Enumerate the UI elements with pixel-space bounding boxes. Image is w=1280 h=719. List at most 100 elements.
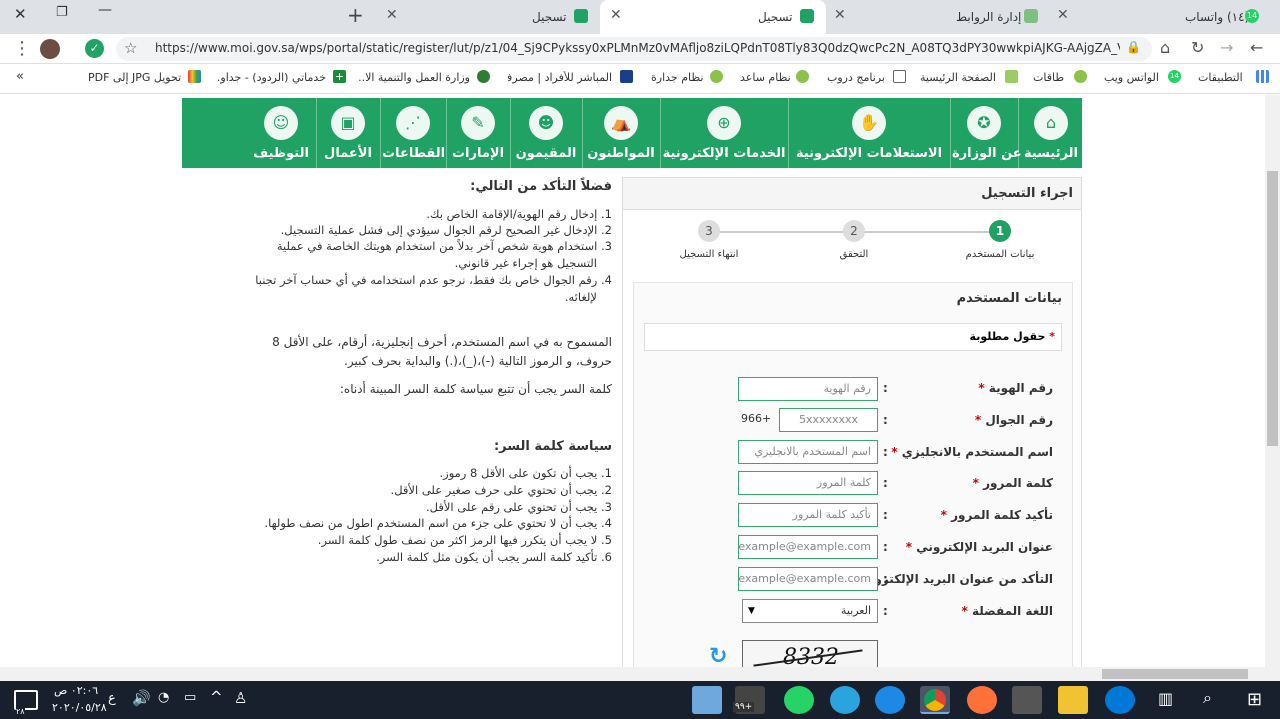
nav-residents[interactable]: ☻ المقيمون [512,98,580,168]
horizontal-scrollbar[interactable] [0,667,1280,681]
url-text[interactable]: https://www.moi.gov.sa/wps/portal/static… [155,41,1120,55]
windows-taskbar: ٢٨ ٠٢:٠٦ ص ٢٠٢٠/٠٥/٢٨ ع 🔊 ◔ ▭ ^ ♙ ٩٩+ ▥ … [0,681,1280,719]
nav-citizens[interactable]: ⛺ المواطنون [584,98,658,168]
people-icon[interactable]: ♙ [234,689,247,707]
nav-e-inquiries[interactable]: ✋ الاستعلامات الإلكترونية [790,98,948,168]
close-window-button[interactable]: ✕ [14,5,27,23]
nav-e-services[interactable]: ⊕ الخدمات الإلكترونية [662,98,786,168]
tab-whatsapp[interactable]: (١٤) واتساب 14 [1075,0,1275,34]
check-extension-icon[interactable]: ✓ [85,39,104,58]
volume-icon[interactable]: 🔊 [132,689,151,707]
clock-date[interactable]: ٢٠٢٠/٠٥/٢٨ [52,701,107,714]
language-select[interactable]: العربية ▼ [742,599,878,623]
chevron-up-icon[interactable]: ^ [210,688,223,706]
language-indicator[interactable]: ع [108,691,116,706]
minimize-window-button[interactable]: — [98,2,112,18]
confirm-password-input[interactable]: تأكيد كلمة المرور [738,503,878,527]
id-number-input[interactable]: رقم الهوية [738,377,878,401]
confirm-email-input[interactable]: example@example.com [738,567,878,591]
bank-icon [620,70,633,83]
network-icon: ⋰ [396,106,430,140]
bookmark-homepage[interactable]: الصفحة الرئيسية [920,71,996,84]
bookmark-labor-ministry[interactable]: وزارة العمل والتنمية الا... [358,71,470,84]
clock-time[interactable]: ٠٢:٠٦ ص [54,684,98,697]
telegram-app-icon[interactable] [830,686,860,714]
firefox-app-icon[interactable] [967,686,997,714]
battery-icon[interactable]: ▭ [184,690,196,705]
instruction-item: 1. إدخال رقم الهوية/الإقامة الخاص بك. [426,207,612,221]
jpg-pdf-icon [188,70,201,83]
tab-title: تسجيل [758,10,793,24]
refresh-captcha-icon[interactable]: ↻ [709,644,727,667]
nav-sectors[interactable]: ⋰ القطاعات [382,98,445,168]
file-explorer-icon[interactable] [1058,686,1088,714]
scroll-thumb[interactable] [1267,171,1278,446]
star-icon[interactable]: ☆ [124,39,137,57]
store-app-icon[interactable] [1012,686,1042,714]
email-input[interactable]: example@example.com [738,535,878,559]
search-icon[interactable]: ⌕ [1203,688,1212,708]
password-input[interactable]: كلمة المرور [738,471,878,495]
password-note: كلمة السر يجب أن تتبع سياسة كلمة السر ال… [339,382,612,396]
mobile-input[interactable]: 5xxxxxxxx [779,408,878,432]
required-note-box: * حقول مطلوبة [644,323,1062,351]
task-view-icon[interactable]: ▥ [1158,689,1173,708]
bookmark-taqat[interactable]: طاقات [1033,71,1064,84]
menu-dots-icon[interactable]: ⋮ [13,38,31,59]
whatsapp-icon: 14 [1168,70,1181,83]
bookmarks-overflow-button[interactable]: » [16,69,24,84]
bookmark-apps[interactable]: التطبيقات [1198,71,1243,84]
nav-business[interactable]: ▣ الأعمال [318,98,378,168]
policy-item: 2. يجب أن تحتوي على حرف صغير على الأقل. [390,483,612,497]
calligraphy-icon: ✎ [461,106,495,140]
bookmark-whatsapp-web[interactable]: الواتس ويب [1104,71,1159,84]
instruction-item: التسجيل هو إجراء غير قانوني. [454,256,597,270]
close-icon[interactable]: ✕ [386,7,398,23]
close-icon[interactable]: ✕ [610,7,622,23]
avatar[interactable] [40,39,60,59]
nav-employment[interactable]: ☺ التوظيف [248,98,314,168]
username-input[interactable]: اسم المستخدم بالانجليزي [738,440,878,464]
mail-app-icon[interactable]: ٩٩+ [733,686,765,714]
bookmark-jpg-pdf[interactable]: تحويل JPG إلى PDF [88,71,181,84]
step-3-label: انتهاء التسجيل [679,249,739,260]
section-title: بيانات المستخدم [956,291,1062,306]
apps-grid-icon [1256,70,1269,83]
nav-home[interactable]: ⌂ الرئيسية [1020,98,1082,168]
nav-about-ministry[interactable]: ✪ عن الوزارة [952,98,1022,168]
home-icon: ⌂ [1034,106,1068,140]
bookmark-khadamati[interactable]: خدماتي (الردود) - جداو... [218,71,326,84]
chrome-app-icon[interactable] [920,686,950,714]
wifi-icon[interactable]: ◔ [158,690,169,705]
maximize-window-button[interactable]: ❐ [56,5,68,20]
bookmark-almubasher[interactable]: المباشر للأفراد | مصرف... [508,71,612,84]
policy-item: 6. تأكيد كلمة السر يجب أن يكون مثل كلمة … [376,550,612,564]
scroll-thumb[interactable] [1102,669,1248,679]
briefcase-icon: ▣ [331,106,365,140]
home-icon[interactable]: ⌂ [1160,38,1170,57]
windows-start-icon[interactable]: ⊞ [1247,689,1262,710]
bookmark-saed[interactable]: نظام ساعد [740,71,791,84]
whatsapp-app-icon[interactable] [784,686,814,714]
back-icon[interactable]: ← [1250,38,1263,57]
reload-icon[interactable]: ↻ [1191,38,1204,57]
new-tab-button[interactable]: + [347,3,364,27]
vertical-scrollbar[interactable] [1265,95,1280,667]
policy-item: 3. يجب أن تحتوي على رقم على الأقل. [426,500,612,514]
tab-register-2[interactable]: ✕ تسجيل [378,0,596,34]
bookmark-jadara[interactable]: نظام جدارة [651,71,703,84]
whatsapp-favicon-icon: 14 [1245,9,1259,23]
internet-explorer-icon[interactable] [875,686,905,714]
notebook-app-icon[interactable] [692,686,722,714]
nav-emirates[interactable]: ✎ الإمارات [448,98,508,168]
taqat-icon [1074,70,1087,83]
bookmark-doroob[interactable]: برنامج دروب [827,71,885,84]
tab-register-active[interactable]: ✕ تسجيل [600,0,826,34]
forward-icon[interactable]: → [1220,38,1233,57]
step-1-circle: 1 [989,220,1011,242]
jadara-icon [710,70,723,83]
close-icon[interactable]: ✕ [1057,7,1069,23]
user-icon: ⛺ [604,106,638,140]
tab-links-manager[interactable]: ✕ إدارة الروابط [828,0,1046,34]
edge-app-icon[interactable] [1105,686,1135,714]
